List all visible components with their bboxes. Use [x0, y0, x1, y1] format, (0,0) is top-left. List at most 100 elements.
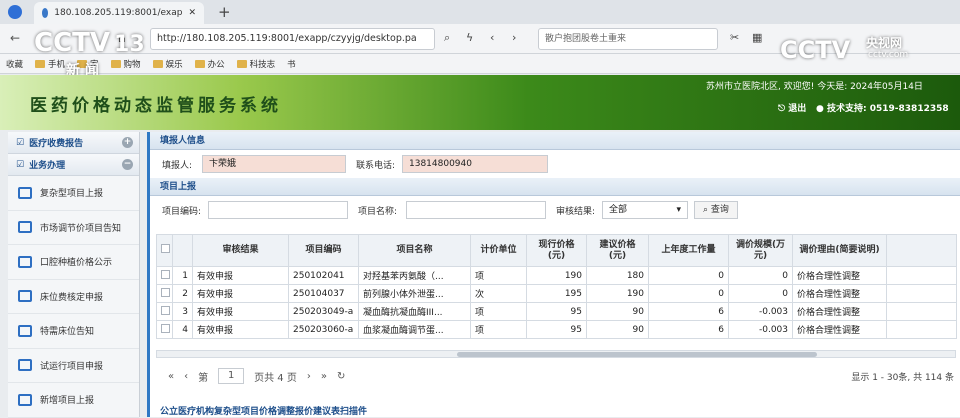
- lightning-icon[interactable]: ϟ: [466, 31, 473, 44]
- cell-reason: 价格合理性调整: [792, 284, 887, 303]
- app-header: 医药价格动态监管服务系统 苏州市立医院北区, 欢迎您! 今天是: 2024年05…: [0, 75, 960, 130]
- cell-extra: [886, 302, 957, 321]
- reporter-field[interactable]: 卞荣娥: [202, 155, 346, 173]
- name-input[interactable]: [406, 201, 546, 219]
- cell-status: 有效申报: [192, 320, 289, 339]
- tab-close-icon[interactable]: ✕: [188, 8, 196, 18]
- page-label: 第: [198, 372, 209, 384]
- row-checkbox[interactable]: [156, 266, 173, 285]
- row-number: 1: [172, 266, 193, 285]
- project-grid: 审核结果 项目编码 项目名称 计价单位 现行价格(元) 建议价格(元) 上年度工…: [156, 234, 957, 339]
- bookmark-item[interactable]: 办公: [194, 58, 225, 70]
- cell-current-price: 95: [526, 320, 587, 339]
- sidebar-item-trial-project[interactable]: 试运行项目申报: [8, 349, 139, 383]
- prev-page-icon[interactable]: ‹: [184, 371, 188, 382]
- refresh-icon[interactable]: ↻: [337, 371, 345, 382]
- cell-unit: 项: [470, 320, 527, 339]
- column-header[interactable]: 计价单位: [470, 234, 527, 267]
- cell-suggested-price: 90: [586, 302, 649, 321]
- select-all-checkbox[interactable]: [156, 234, 173, 267]
- cell-reason: 价格合理性调整: [792, 302, 887, 321]
- window-icon: [18, 324, 32, 337]
- row-number-header: [172, 234, 193, 267]
- bookmark-item[interactable]: 手机: [35, 58, 65, 70]
- column-header[interactable]: 项目编码: [288, 234, 359, 267]
- browser-tab-bar: 180.108.205.119:8001/exap ✕ +: [0, 0, 960, 24]
- cell-status: 有效申报: [192, 266, 289, 285]
- window-icon: [18, 255, 32, 268]
- row-checkbox[interactable]: [156, 302, 173, 321]
- query-icon: ⌕: [703, 205, 711, 215]
- scrollbar-thumb[interactable]: [457, 352, 817, 357]
- cell-code: 250203049-a: [288, 302, 359, 321]
- search-input[interactable]: 散户抱团股卷土重来: [538, 28, 718, 50]
- row-checkbox[interactable]: [156, 284, 173, 303]
- page-input[interactable]: 1: [218, 368, 245, 384]
- row-number: 4: [172, 320, 193, 339]
- browser-menu-icon[interactable]: [8, 5, 22, 19]
- back-icon[interactable]: ←: [10, 31, 20, 45]
- sidebar-section-fee-report[interactable]: ☑ 医疗收费报告 +: [8, 132, 139, 154]
- cell-code: 250203060-a: [288, 320, 359, 339]
- column-header[interactable]: 调价理由(简要说明): [792, 234, 887, 267]
- column-header[interactable]: 现行价格(元): [526, 234, 587, 267]
- column-header[interactable]: 建议价格(元): [586, 234, 649, 267]
- folder-icon: [152, 60, 163, 68]
- scissors-icon[interactable]: ✂: [730, 31, 739, 44]
- column-header[interactable]: 项目名称: [358, 234, 471, 267]
- check-icon: ☑: [16, 137, 25, 148]
- row-number: 3: [172, 302, 193, 321]
- query-button[interactable]: ⌕ 查询: [694, 201, 738, 219]
- sidebar-item-bed-fee[interactable]: 床位费核定申报: [8, 280, 139, 314]
- last-page-icon[interactable]: »: [321, 371, 327, 382]
- bookmark-item[interactable]: 购物: [110, 58, 141, 70]
- phone-field[interactable]: 13814800940: [402, 155, 548, 173]
- project-section-title: 项目上报: [150, 178, 960, 196]
- cell-current-price: 95: [526, 302, 587, 321]
- pagination-bar: « ‹ 第 1 页共 4 页 › » ↻ 显示 1 - 30条, 共 114 条: [156, 364, 956, 388]
- bookmark-item[interactable]: 收藏: [6, 58, 23, 70]
- first-page-icon[interactable]: «: [168, 371, 174, 382]
- sidebar-item-special-bed[interactable]: 特需床位告知: [8, 314, 139, 349]
- check-icon: ☑: [16, 159, 25, 170]
- table-row[interactable]: 3 有效申报 250203049-a 凝血酶抗凝血酶III... 项 95 90…: [156, 302, 957, 321]
- sidebar-item-market-price[interactable]: 市场调节价项目告知: [8, 211, 139, 245]
- sidebar-item-new-project[interactable]: 新增项目上报: [8, 383, 139, 418]
- bookmark-item[interactable]: 娱乐: [152, 58, 183, 70]
- cell-name: 血浆凝血酶调节蛋...: [358, 320, 471, 339]
- cell-workload: 6: [648, 302, 729, 321]
- horizontal-scrollbar[interactable]: [156, 350, 956, 358]
- column-header[interactable]: 上年度工作量: [648, 234, 729, 267]
- expand-icon[interactable]: +: [122, 137, 133, 148]
- new-tab-icon[interactable]: +: [218, 3, 231, 21]
- grid-icon[interactable]: ▦: [752, 31, 762, 44]
- scan-section-title: 公立医疗机构复杂型项目价格调整报价建议表扫描件: [160, 407, 368, 417]
- table-row[interactable]: 4 有效申报 250203060-a 血浆凝血酶调节蛋... 项 95 90 6…: [156, 320, 957, 339]
- collapse-icon[interactable]: −: [122, 159, 133, 170]
- row-checkbox[interactable]: [156, 320, 173, 339]
- next-page-icon[interactable]: ›: [512, 31, 516, 44]
- code-input[interactable]: [208, 201, 348, 219]
- table-row[interactable]: 2 有效申报 250104037 前列腺小体外泄蛋... 次 195 190 0…: [156, 284, 957, 303]
- bookmark-item[interactable]: 科技志: [236, 58, 275, 70]
- sidebar-section-business[interactable]: ☑ 业务办理 −: [8, 154, 139, 176]
- filler-section-title: 填报人信息: [150, 132, 960, 150]
- browser-tab[interactable]: 180.108.205.119:8001/exap ✕: [34, 2, 204, 24]
- sidebar-item-complex-project[interactable]: 复杂型项目上报: [8, 176, 139, 211]
- cell-extra: [886, 320, 957, 339]
- cell-suggested-price: 180: [586, 266, 649, 285]
- column-header[interactable]: 审核结果: [192, 234, 289, 267]
- search-magnifier-icon[interactable]: ⌕: [444, 31, 450, 45]
- table-row[interactable]: 1 有效申报 250102041 对羟基苯丙氨酸（... 项 190 180 0…: [156, 266, 957, 285]
- next-page-icon[interactable]: ›: [307, 371, 311, 382]
- bookmark-item[interactable]: 书: [287, 58, 296, 70]
- cell-reason: 价格合理性调整: [792, 266, 887, 285]
- logout-button[interactable]: ⎋ 退出: [778, 101, 806, 114]
- cell-workload: 0: [648, 284, 729, 303]
- url-input[interactable]: http://180.108.205.119:8001/exapp/czyyjg…: [150, 28, 435, 50]
- prev-page-icon[interactable]: ‹: [490, 31, 494, 44]
- review-select[interactable]: 全部 ▾: [602, 201, 688, 219]
- code-label: 项目编码:: [162, 207, 202, 217]
- column-header[interactable]: 调价规模(万元): [728, 234, 793, 267]
- sidebar-item-dental-implant[interactable]: 口腔种植价格公示: [8, 245, 139, 280]
